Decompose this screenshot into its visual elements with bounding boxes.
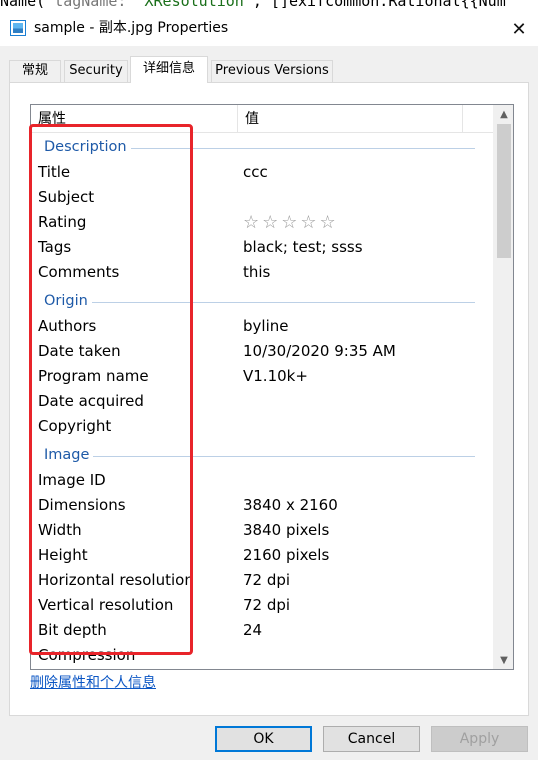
properties-window: Name( tagName: "XResolution", []exifcomm…: [0, 0, 538, 760]
group-description: Description: [31, 135, 495, 160]
property-name: Bit depth: [38, 621, 107, 639]
property-row-copyright[interactable]: Copyright: [31, 414, 495, 439]
close-button[interactable]: ✕: [500, 12, 538, 46]
group-title: Origin: [44, 289, 92, 314]
property-row-tags[interactable]: Tags black; test; ssss: [31, 235, 495, 260]
group-title: Description: [44, 135, 131, 160]
background-code-snippet: Name( tagName: "XResolution", []exifcomm…: [0, 0, 538, 12]
ok-button[interactable]: OK: [215, 726, 312, 752]
property-row-height[interactable]: Height 2160 pixels: [31, 543, 495, 568]
property-value: 2160 pixels: [243, 546, 330, 564]
scroll-up-arrow-icon[interactable]: ▲: [494, 105, 513, 123]
tab-previous-versions[interactable]: Previous Versions: [211, 60, 333, 82]
details-tab-page: 属性 值 Description Title ccc Subject Ratin…: [9, 82, 529, 716]
property-name: Authors: [38, 317, 97, 335]
property-row-vertical-resolution[interactable]: Vertical resolution 72 dpi: [31, 593, 495, 618]
property-name: Tags: [38, 238, 72, 256]
group-image: Image: [31, 443, 495, 468]
tab-details[interactable]: 详细信息: [130, 56, 208, 83]
group-title: Image: [44, 443, 94, 468]
property-value: 10/30/2020 9:35 AM: [243, 342, 396, 360]
property-row-program-name[interactable]: Program name V1.10k+: [31, 364, 495, 389]
property-name: Copyright: [38, 417, 112, 435]
code-token: "XResolution": [135, 0, 253, 10]
rating-stars[interactable]: ☆☆☆☆☆: [243, 210, 339, 235]
property-row-subject[interactable]: Subject: [31, 185, 495, 210]
property-value: ccc: [243, 163, 268, 181]
property-value: byline: [243, 317, 289, 335]
property-name: Subject: [38, 188, 95, 206]
tab-security[interactable]: Security: [64, 60, 128, 82]
property-name: Date acquired: [38, 392, 144, 410]
property-row-horizontal-resolution[interactable]: Horizontal resolution 72 dpi: [31, 568, 495, 593]
column-header-value[interactable]: 值: [238, 105, 463, 133]
remove-properties-link[interactable]: 删除属性和个人信息: [30, 672, 156, 692]
code-token: Name(: [0, 0, 46, 10]
property-row-rating[interactable]: Rating ☆☆☆☆☆: [31, 210, 495, 235]
property-name: Compression: [38, 646, 136, 664]
column-header-property[interactable]: 属性: [31, 105, 238, 133]
code-token: tagName:: [54, 0, 127, 10]
property-row-bit-depth[interactable]: Bit depth 24: [31, 618, 495, 643]
property-value: black; test; ssss: [243, 238, 363, 256]
property-name: Vertical resolution: [38, 596, 174, 614]
code-token: , []exifcommon.Rational{{Num: [252, 0, 506, 10]
group-divider: [89, 456, 475, 457]
vertical-scrollbar[interactable]: ▲ ▼: [493, 105, 513, 669]
property-row-comments[interactable]: Comments this: [31, 260, 495, 285]
scroll-down-arrow-icon[interactable]: ▼: [494, 651, 513, 669]
property-row-image-id[interactable]: Image ID: [31, 468, 495, 493]
property-value: 72 dpi: [243, 571, 291, 589]
property-name: Date taken: [38, 342, 121, 360]
property-name: Height: [38, 546, 88, 564]
property-row-date-acquired[interactable]: Date acquired: [31, 389, 495, 414]
property-name: Rating: [38, 213, 87, 231]
apply-button[interactable]: Apply: [431, 726, 528, 752]
title-bar: sample - 副本.jpg Properties ✕: [0, 12, 538, 46]
property-value: 72 dpi: [243, 596, 291, 614]
property-row-compression[interactable]: Compression: [31, 643, 495, 668]
property-value: V1.10k+: [243, 367, 308, 385]
image-file-icon: [10, 20, 26, 36]
window-title: sample - 副本.jpg Properties: [34, 20, 229, 36]
property-row-authors[interactable]: Authors byline: [31, 314, 495, 339]
property-list[interactable]: 属性 值 Description Title ccc Subject Ratin…: [30, 104, 514, 670]
property-value: this: [243, 263, 271, 281]
tab-general[interactable]: 常规: [9, 60, 61, 82]
property-name: Width: [38, 521, 82, 539]
property-value: 3840 pixels: [243, 521, 330, 539]
property-value: 3840 x 2160: [243, 496, 338, 514]
property-value: 24: [243, 621, 263, 639]
property-name: Title: [38, 163, 71, 181]
property-name: Horizontal resolution: [38, 571, 194, 589]
property-name: Image ID: [38, 471, 106, 489]
property-row-width[interactable]: Width 3840 pixels: [31, 518, 495, 543]
scrollbar-thumb[interactable]: [497, 124, 511, 258]
property-name: Comments: [38, 263, 120, 281]
group-divider: [91, 302, 475, 303]
cancel-button[interactable]: Cancel: [323, 726, 420, 752]
property-row-date-taken[interactable]: Date taken 10/30/2020 9:35 AM: [31, 339, 495, 364]
property-name: Dimensions: [38, 496, 126, 514]
group-divider: [123, 148, 475, 149]
group-origin: Origin: [31, 289, 495, 314]
property-row-dimensions[interactable]: Dimensions 3840 x 2160: [31, 493, 495, 518]
property-row-title[interactable]: Title ccc: [31, 160, 495, 185]
list-header: 属性 值: [31, 105, 495, 133]
property-name: Program name: [38, 367, 149, 385]
